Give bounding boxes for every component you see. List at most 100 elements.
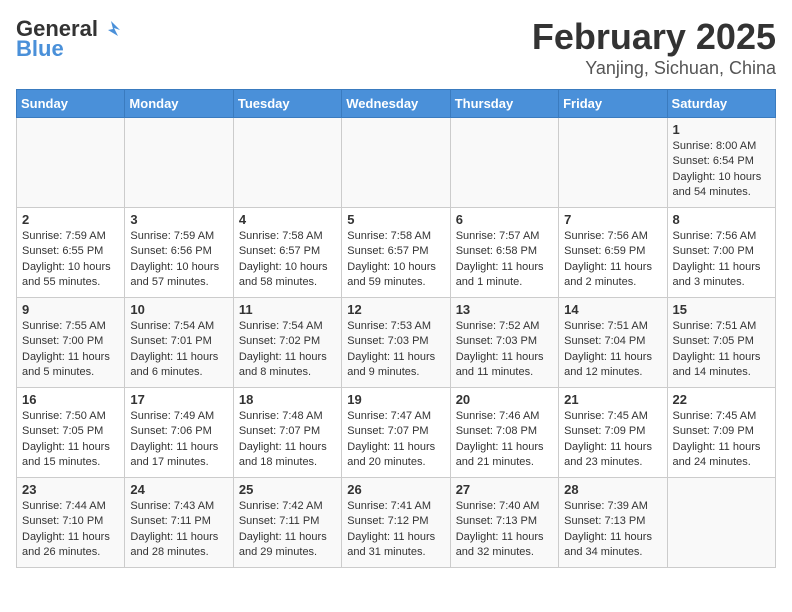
calendar-cell: 19Sunrise: 7:47 AM Sunset: 7:07 PM Dayli…: [342, 388, 450, 478]
day-number: 22: [673, 392, 770, 407]
calendar-cell: [125, 118, 233, 208]
day-info: Sunrise: 7:46 AM Sunset: 7:08 PM Dayligh…: [456, 409, 553, 471]
calendar-cell: 23Sunrise: 7:44 AM Sunset: 7:10 PM Dayli…: [17, 478, 125, 568]
calendar-cell: 9 Sunrise: 7:55 AM Sunset: 7:00 PM Daylig…: [17, 298, 125, 388]
calendar-week-row: 2 Sunrise: 7:59 AM Sunset: 6:55 PM Daylig…: [17, 208, 776, 298]
location-subtitle: Yanjing, Sichuan, China: [532, 58, 776, 79]
day-info: Sunrise: 7:54 AM Sunset: 7:01 PM Dayligh…: [130, 319, 227, 381]
day-number: 5: [347, 212, 444, 227]
calendar-cell: [17, 118, 125, 208]
day-info: Sunrise: 7:41 AM Sunset: 7:12 PM Dayligh…: [347, 499, 444, 561]
day-info: Sunrise: 7:39 AM Sunset: 7:13 PM Dayligh…: [564, 499, 661, 561]
day-number: 15: [673, 302, 770, 317]
calendar-cell: [450, 118, 558, 208]
calendar-cell: 8 Sunrise: 7:56 AM Sunset: 7:00 PM Daylig…: [667, 208, 775, 298]
calendar-cell: 17Sunrise: 7:49 AM Sunset: 7:06 PM Dayli…: [125, 388, 233, 478]
calendar-cell: 10 Sunrise: 7:54 AM Sunset: 7:01 PM Dayli…: [125, 298, 233, 388]
day-number: 16: [22, 392, 119, 407]
logo-bird-icon: [100, 18, 122, 40]
calendar-week-row: 16 Sunrise: 7:50 AM Sunset: 7:05 PM Dayli…: [17, 388, 776, 478]
day-number: 11: [239, 302, 336, 317]
weekday-header-sunday: Sunday: [17, 90, 125, 118]
calendar-cell: 24 Sunrise: 7:43 AM Sunset: 7:11 PM Dayli…: [125, 478, 233, 568]
day-number: 1: [673, 122, 770, 137]
day-number: 27: [456, 482, 553, 497]
day-info: Sunrise: 7:45 AM Sunset: 7:09 PM Dayligh…: [673, 409, 770, 471]
day-number: 14: [564, 302, 661, 317]
calendar-week-row: 9 Sunrise: 7:55 AM Sunset: 7:00 PM Daylig…: [17, 298, 776, 388]
day-info: Sunrise: 7:45 AM Sunset: 7:09 PM Dayligh…: [564, 409, 661, 471]
month-year-title: February 2025: [532, 16, 776, 58]
day-number: 9: [22, 302, 119, 317]
calendar-cell: 1 Sunrise: 8:00 AM Sunset: 6:54 PM Daylig…: [667, 118, 775, 208]
day-info: Sunrise: 7:40 AM Sunset: 7:13 PM Dayligh…: [456, 499, 553, 561]
day-info: Sunrise: 7:50 AM Sunset: 7:05 PM Dayligh…: [22, 409, 119, 471]
day-info: Sunrise: 7:54 AM Sunset: 7:02 PM Dayligh…: [239, 319, 336, 381]
calendar-cell: 12 Sunrise: 7:53 AM Sunset: 7:03 PM Dayli…: [342, 298, 450, 388]
day-info: Sunrise: 7:53 AM Sunset: 7:03 PM Dayligh…: [347, 319, 444, 381]
calendar-cell: [667, 478, 775, 568]
day-info: Sunrise: 7:51 AM Sunset: 7:04 PM Dayligh…: [564, 319, 661, 381]
day-info: Sunrise: 7:59 AM Sunset: 6:55 PM Dayligh…: [22, 229, 119, 291]
weekday-header-wednesday: Wednesday: [342, 90, 450, 118]
calendar-cell: 13 Sunrise: 7:52 AM Sunset: 7:03 PM Dayli…: [450, 298, 558, 388]
calendar-cell: [559, 118, 667, 208]
calendar-cell: 15 Sunrise: 7:51 AM Sunset: 7:05 PM Dayli…: [667, 298, 775, 388]
calendar-cell: 18 Sunrise: 7:48 AM Sunset: 7:07 PM Dayli…: [233, 388, 341, 478]
calendar-cell: 20Sunrise: 7:46 AM Sunset: 7:08 PM Dayli…: [450, 388, 558, 478]
day-info: Sunrise: 8:00 AM Sunset: 6:54 PM Dayligh…: [673, 139, 770, 201]
day-info: Sunrise: 7:58 AM Sunset: 6:57 PM Dayligh…: [347, 229, 444, 291]
day-number: 4: [239, 212, 336, 227]
day-info: Sunrise: 7:51 AM Sunset: 7:05 PM Dayligh…: [673, 319, 770, 381]
calendar-cell: 6 Sunrise: 7:57 AM Sunset: 6:58 PM Daylig…: [450, 208, 558, 298]
day-number: 28: [564, 482, 661, 497]
logo-blue-text: Blue: [16, 36, 64, 62]
calendar-cell: [342, 118, 450, 208]
weekday-header-friday: Friday: [559, 90, 667, 118]
day-info: Sunrise: 7:58 AM Sunset: 6:57 PM Dayligh…: [239, 229, 336, 291]
day-info: Sunrise: 7:56 AM Sunset: 7:00 PM Dayligh…: [673, 229, 770, 291]
day-info: Sunrise: 7:42 AM Sunset: 7:11 PM Dayligh…: [239, 499, 336, 561]
calendar-cell: 25 Sunrise: 7:42 AM Sunset: 7:11 PM Dayli…: [233, 478, 341, 568]
calendar-table: SundayMondayTuesdayWednesdayThursdayFrid…: [16, 89, 776, 568]
calendar-cell: 4 Sunrise: 7:58 AM Sunset: 6:57 PM Daylig…: [233, 208, 341, 298]
day-number: 18: [239, 392, 336, 407]
day-number: 7: [564, 212, 661, 227]
calendar-week-row: 23Sunrise: 7:44 AM Sunset: 7:10 PM Dayli…: [17, 478, 776, 568]
calendar-cell: 3Sunrise: 7:59 AM Sunset: 6:56 PM Daylig…: [125, 208, 233, 298]
day-info: Sunrise: 7:43 AM Sunset: 7:11 PM Dayligh…: [130, 499, 227, 561]
calendar-week-row: 1 Sunrise: 8:00 AM Sunset: 6:54 PM Daylig…: [17, 118, 776, 208]
day-number: 25: [239, 482, 336, 497]
calendar-cell: 22 Sunrise: 7:45 AM Sunset: 7:09 PM Dayli…: [667, 388, 775, 478]
day-number: 12: [347, 302, 444, 317]
day-info: Sunrise: 7:44 AM Sunset: 7:10 PM Dayligh…: [22, 499, 119, 561]
day-number: 24: [130, 482, 227, 497]
day-number: 13: [456, 302, 553, 317]
day-number: 26: [347, 482, 444, 497]
calendar-cell: 11 Sunrise: 7:54 AM Sunset: 7:02 PM Dayli…: [233, 298, 341, 388]
logo: General Blue: [16, 16, 122, 62]
calendar-cell: 7 Sunrise: 7:56 AM Sunset: 6:59 PM Daylig…: [559, 208, 667, 298]
weekday-header-saturday: Saturday: [667, 90, 775, 118]
day-number: 2: [22, 212, 119, 227]
calendar-cell: 16 Sunrise: 7:50 AM Sunset: 7:05 PM Dayli…: [17, 388, 125, 478]
title-block: February 2025 Yanjing, Sichuan, China: [532, 16, 776, 79]
day-number: 10: [130, 302, 227, 317]
day-info: Sunrise: 7:55 AM Sunset: 7:00 PM Dayligh…: [22, 319, 119, 381]
day-info: Sunrise: 7:49 AM Sunset: 7:06 PM Dayligh…: [130, 409, 227, 471]
calendar-header-row: SundayMondayTuesdayWednesdayThursdayFrid…: [17, 90, 776, 118]
weekday-header-tuesday: Tuesday: [233, 90, 341, 118]
day-info: Sunrise: 7:48 AM Sunset: 7:07 PM Dayligh…: [239, 409, 336, 471]
day-number: 19: [347, 392, 444, 407]
day-number: 3: [130, 212, 227, 227]
day-number: 6: [456, 212, 553, 227]
calendar-cell: [233, 118, 341, 208]
day-number: 8: [673, 212, 770, 227]
calendar-cell: 5 Sunrise: 7:58 AM Sunset: 6:57 PM Daylig…: [342, 208, 450, 298]
day-info: Sunrise: 7:57 AM Sunset: 6:58 PM Dayligh…: [456, 229, 553, 291]
day-info: Sunrise: 7:52 AM Sunset: 7:03 PM Dayligh…: [456, 319, 553, 381]
calendar-cell: 26 Sunrise: 7:41 AM Sunset: 7:12 PM Dayli…: [342, 478, 450, 568]
day-info: Sunrise: 7:56 AM Sunset: 6:59 PM Dayligh…: [564, 229, 661, 291]
weekday-header-thursday: Thursday: [450, 90, 558, 118]
calendar-cell: 2 Sunrise: 7:59 AM Sunset: 6:55 PM Daylig…: [17, 208, 125, 298]
